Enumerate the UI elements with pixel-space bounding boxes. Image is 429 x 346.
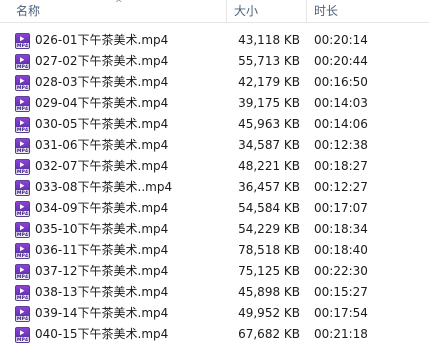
file-name: 037-12下午茶美术.mp4 — [35, 264, 169, 278]
column-divider[interactable] — [306, 0, 307, 22]
mp4-video-file-icon: MP4 — [15, 327, 30, 343]
file-row[interactable]: MP4 027-02下午茶美术.mp4 55,713 KB 00:20:44 — [0, 51, 429, 72]
file-duration: 00:17:07 — [314, 201, 368, 215]
mp4-video-file-icon: MP4 — [15, 285, 30, 301]
file-size: 39,175 KB — [238, 96, 300, 110]
file-row[interactable]: MP4 028-03下午茶美术.mp4 42,179 KB 00:16:50 — [0, 72, 429, 93]
svg-text:MP4: MP4 — [17, 64, 28, 70]
file-name: 031-06下午茶美术.mp4 — [35, 138, 169, 152]
file-row[interactable]: MP4 036-11下午茶美术.mp4 78,518 KB 00:18:40 — [0, 240, 429, 261]
file-duration: 00:15:27 — [314, 285, 368, 299]
column-header-bar: ^ 名称 大小 时长 — [0, 0, 429, 23]
file-row[interactable]: MP4 032-07下午茶美术.mp4 48,221 KB 00:18:27 — [0, 156, 429, 177]
svg-text:MP4: MP4 — [17, 316, 28, 322]
file-name: 028-03下午茶美术.mp4 — [35, 75, 169, 89]
svg-text:MP4: MP4 — [17, 211, 28, 217]
file-size: 49,952 KB — [238, 306, 300, 320]
file-duration: 00:12:38 — [314, 138, 368, 152]
file-name: 026-01下午茶美术.mp4 — [35, 33, 169, 47]
file-duration: 00:18:40 — [314, 243, 368, 257]
file-row[interactable]: MP4 039-14下午茶美术.mp4 49,952 KB 00:17:54 — [0, 303, 429, 324]
file-size: 34,587 KB — [238, 138, 300, 152]
sort-caret-icon: ^ — [115, 0, 123, 9]
file-row[interactable]: MP4 029-04下午茶美术.mp4 39,175 KB 00:14:03 — [0, 93, 429, 114]
file-name: 038-13下午茶美术.mp4 — [35, 285, 169, 299]
mp4-video-file-icon: MP4 — [15, 96, 30, 112]
file-size: 75,125 KB — [238, 264, 300, 278]
file-duration: 00:17:54 — [314, 306, 368, 320]
file-size: 43,118 KB — [238, 33, 300, 47]
file-size: 45,898 KB — [238, 285, 300, 299]
file-row[interactable]: MP4 030-05下午茶美术.mp4 45,963 KB 00:14:06 — [0, 114, 429, 135]
svg-text:MP4: MP4 — [17, 127, 28, 133]
file-name: 039-14下午茶美术.mp4 — [35, 306, 169, 320]
file-name: 033-08下午茶美术..mp4 — [35, 180, 173, 194]
file-duration: 00:14:06 — [314, 117, 368, 131]
file-list: MP4 026-01下午茶美术.mp4 43,118 KB 00:20:14 MP4 02… — [0, 30, 429, 345]
file-size: 54,229 KB — [238, 222, 300, 236]
file-duration: 00:22:30 — [314, 264, 368, 278]
file-duration: 00:18:27 — [314, 159, 368, 173]
file-duration: 00:18:34 — [314, 222, 368, 236]
file-duration: 00:12:27 — [314, 180, 368, 194]
svg-text:MP4: MP4 — [17, 337, 28, 343]
file-size: 55,713 KB — [238, 54, 300, 68]
file-row[interactable]: MP4 034-09下午茶美术.mp4 54,584 KB 00:17:07 — [0, 198, 429, 219]
svg-text:MP4: MP4 — [17, 232, 28, 238]
svg-text:MP4: MP4 — [17, 43, 28, 49]
file-row[interactable]: MP4 035-10下午茶美术.mp4 54,229 KB 00:18:34 — [0, 219, 429, 240]
file-name: 032-07下午茶美术.mp4 — [35, 159, 169, 173]
file-row[interactable]: MP4 031-06下午茶美术.mp4 34,587 KB 00:12:38 — [0, 135, 429, 156]
svg-text:MP4: MP4 — [17, 295, 28, 301]
column-divider[interactable] — [226, 0, 227, 22]
column-header-size[interactable]: 大小 — [234, 2, 258, 20]
mp4-video-file-icon: MP4 — [15, 180, 30, 196]
mp4-video-file-icon: MP4 — [15, 222, 30, 238]
svg-text:MP4: MP4 — [17, 106, 28, 112]
file-name: 027-02下午茶美术.mp4 — [35, 54, 169, 68]
file-size: 78,518 KB — [238, 243, 300, 257]
file-size: 48,221 KB — [238, 159, 300, 173]
mp4-video-file-icon: MP4 — [15, 306, 30, 322]
column-header-name[interactable]: 名称 — [16, 2, 40, 20]
file-size: 54,584 KB — [238, 201, 300, 215]
file-name: 040-15下午茶美术.mp4 — [35, 327, 169, 341]
mp4-video-file-icon: MP4 — [15, 54, 30, 70]
mp4-video-file-icon: MP4 — [15, 264, 30, 280]
file-row[interactable]: MP4 038-13下午茶美术.mp4 45,898 KB 00:15:27 — [0, 282, 429, 303]
mp4-video-file-icon: MP4 — [15, 138, 30, 154]
file-size: 45,963 KB — [238, 117, 300, 131]
svg-text:MP4: MP4 — [17, 253, 28, 259]
svg-text:MP4: MP4 — [17, 85, 28, 91]
file-size: 36,457 KB — [238, 180, 300, 194]
file-row[interactable]: MP4 040-15下午茶美术.mp4 67,682 KB 00:21:18 — [0, 324, 429, 345]
mp4-video-file-icon: MP4 — [15, 75, 30, 91]
file-name: 035-10下午茶美术.mp4 — [35, 222, 169, 236]
mp4-video-file-icon: MP4 — [15, 117, 30, 133]
file-duration: 00:21:18 — [314, 327, 368, 341]
file-row[interactable]: MP4 026-01下午茶美术.mp4 43,118 KB 00:20:14 — [0, 30, 429, 51]
mp4-video-file-icon: MP4 — [15, 243, 30, 259]
file-duration: 00:14:03 — [314, 96, 368, 110]
file-name: 036-11下午茶美术.mp4 — [35, 243, 169, 257]
file-row[interactable]: MP4 037-12下午茶美术.mp4 75,125 KB 00:22:30 — [0, 261, 429, 282]
column-header-duration[interactable]: 时长 — [314, 2, 338, 20]
svg-text:MP4: MP4 — [17, 169, 28, 175]
file-row[interactable]: MP4 033-08下午茶美术..mp4 36,457 KB 00:12:27 — [0, 177, 429, 198]
file-size: 67,682 KB — [238, 327, 300, 341]
mp4-video-file-icon: MP4 — [15, 33, 30, 49]
file-duration: 00:20:44 — [314, 54, 368, 68]
mp4-video-file-icon: MP4 — [15, 159, 30, 175]
file-name: 034-09下午茶美术.mp4 — [35, 201, 169, 215]
file-duration: 00:16:50 — [314, 75, 368, 89]
svg-text:MP4: MP4 — [17, 148, 28, 154]
file-name: 030-05下午茶美术.mp4 — [35, 117, 169, 131]
file-name: 029-04下午茶美术.mp4 — [35, 96, 169, 110]
svg-text:MP4: MP4 — [17, 274, 28, 280]
svg-text:MP4: MP4 — [17, 190, 28, 196]
file-size: 42,179 KB — [238, 75, 300, 89]
mp4-video-file-icon: MP4 — [15, 201, 30, 217]
file-duration: 00:20:14 — [314, 33, 368, 47]
